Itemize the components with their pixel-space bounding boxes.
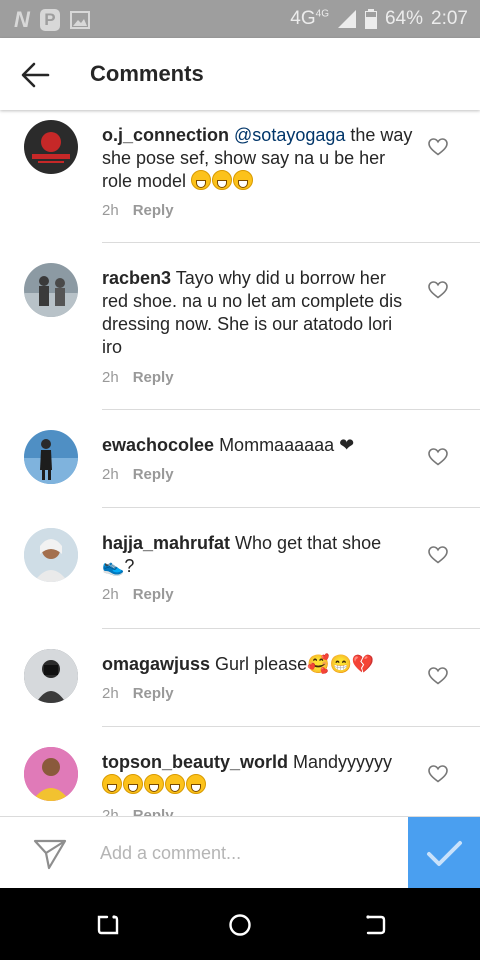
recent-apps-icon[interactable]: [95, 912, 121, 938]
comment-time: 2h: [102, 369, 119, 386]
avatar-image: [24, 747, 78, 801]
comment-text: racben3 Tayo why did u borrow her red sh…: [102, 267, 414, 359]
comment-meta: 2h Reply: [102, 202, 174, 219]
heart-icon[interactable]: [428, 281, 448, 299]
send-icon[interactable]: [32, 835, 68, 871]
grin-emoji: [186, 774, 206, 794]
divider: [102, 242, 480, 243]
comment-text: o.j_connection @sotayogaga the way she p…: [102, 124, 414, 193]
comment-composer: [0, 816, 480, 889]
avatar[interactable]: [24, 747, 78, 801]
avatar-image: [24, 439, 78, 484]
checkmark-icon: [427, 841, 462, 866]
grin-emoji: [191, 170, 212, 190]
divider: [102, 507, 480, 508]
comment-username[interactable]: racben3: [102, 268, 171, 288]
comment-text: omagawjuss Gurl please🥰😁💔: [102, 653, 414, 676]
reply-button[interactable]: Reply: [133, 369, 174, 386]
comment-text: hajja_mahrufat Who get that shoe 👟?: [102, 532, 414, 578]
battery-percent: 64%: [384, 8, 424, 29]
navigation-bar: [0, 888, 480, 960]
n-notification-icon: N: [14, 7, 30, 32]
reply-button[interactable]: Reply: [133, 807, 174, 816]
comment-body: Gurl please🥰😁💔: [210, 654, 375, 674]
divider: [102, 628, 480, 629]
grin-emoji: [212, 170, 233, 190]
comment-body: Mandyyyyyy: [288, 752, 393, 772]
comment-input[interactable]: [100, 839, 390, 867]
p-notification-icon: P: [39, 9, 60, 31]
header: Comments: [0, 38, 480, 110]
comment-time: 2h: [102, 807, 119, 816]
comment-username[interactable]: topson_beauty_world: [102, 752, 288, 772]
heart-icon[interactable]: [428, 546, 448, 564]
divider: [102, 726, 480, 727]
comment-time: 2h: [102, 466, 119, 483]
comment-time: 2h: [102, 586, 119, 603]
comment-username[interactable]: o.j_connection: [102, 125, 229, 145]
comment-time: 2h: [102, 202, 119, 219]
comment-text: topson_beauty_world Mandyyyyyy: [102, 751, 414, 797]
avatar[interactable]: [24, 649, 78, 703]
comment-username[interactable]: omagawjuss: [102, 654, 210, 674]
heart-icon[interactable]: [428, 765, 448, 783]
grin-emoji: [123, 774, 143, 794]
divider: [102, 409, 480, 410]
status-bar: N P 4G4G 64% 2:07: [0, 0, 480, 38]
page-title: Comments: [90, 61, 204, 86]
heart-icon[interactable]: [428, 138, 448, 156]
signal-icon: [337, 10, 356, 28]
avatar[interactable]: [24, 528, 78, 582]
back-nav-icon[interactable]: [362, 912, 388, 938]
comment-time: 2h: [102, 685, 119, 702]
avatar[interactable]: [24, 430, 78, 484]
avatar-image: [24, 528, 78, 582]
network-indicator: 4G4G: [290, 8, 329, 29]
comment-meta: 2h Reply: [102, 807, 174, 816]
comment-body: Mommaaaaaa ❤: [214, 435, 355, 455]
avatar-image: [24, 649, 78, 703]
comment-meta: 2h Reply: [102, 369, 174, 386]
reply-button[interactable]: Reply: [133, 586, 174, 603]
comment-meta: 2h Reply: [102, 466, 174, 483]
grin-emoji: [165, 774, 185, 794]
comment-meta: 2h Reply: [102, 685, 174, 702]
comment-mention[interactable]: @sotayogaga: [234, 125, 345, 145]
avatar[interactable]: [24, 263, 78, 317]
comment-text: ewachocolee Mommaaaaaa ❤: [102, 434, 414, 457]
comment-username[interactable]: hajja_mahrufat: [102, 533, 230, 553]
image-notification-icon: [69, 11, 90, 29]
grin-emoji: [102, 774, 122, 794]
post-button[interactable]: [408, 817, 480, 889]
avatar[interactable]: [24, 120, 78, 174]
reply-button[interactable]: Reply: [133, 466, 174, 483]
comment-list[interactable]: o.j_connection @sotayogaga the way she p…: [0, 110, 480, 816]
comment-username[interactable]: ewachocolee: [102, 435, 214, 455]
clock: 2:07: [431, 8, 468, 29]
home-icon[interactable]: [227, 912, 253, 938]
battery-icon: [364, 9, 377, 29]
comment-meta: 2h Reply: [102, 586, 174, 603]
grin-emoji: [144, 774, 164, 794]
reply-button[interactable]: Reply: [133, 202, 174, 219]
avatar-image: [24, 276, 78, 317]
back-arrow-icon[interactable]: [18, 58, 52, 92]
avatar-image: [32, 132, 70, 163]
heart-icon[interactable]: [428, 448, 448, 466]
heart-icon[interactable]: [428, 667, 448, 685]
reply-button[interactable]: Reply: [133, 685, 174, 702]
grin-emoji: [233, 170, 254, 190]
